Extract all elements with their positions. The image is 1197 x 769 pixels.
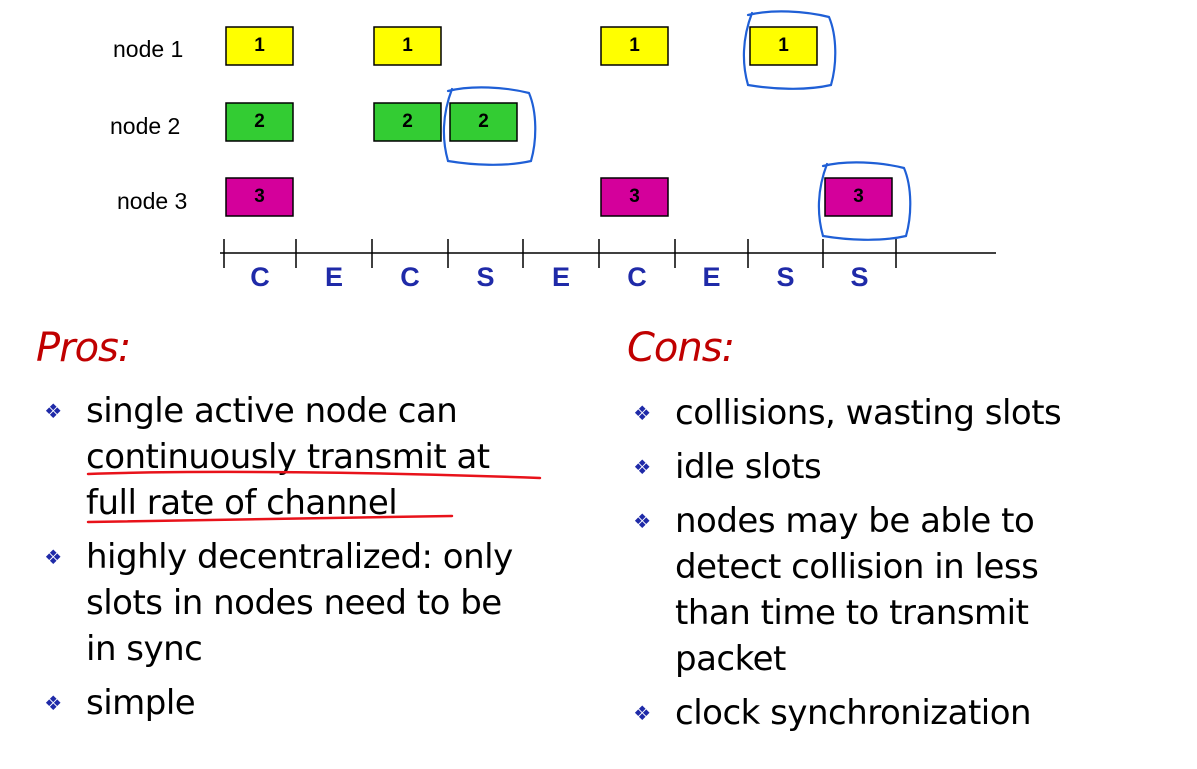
bullet-icon: ❖ bbox=[633, 701, 651, 725]
node-label-3: node 3 bbox=[117, 188, 188, 214]
cons-item-2-line-2: than time to transmit bbox=[675, 593, 1029, 633]
cons-item-3-line-0: clock synchronization bbox=[675, 693, 1032, 733]
slot-label-0: C bbox=[250, 262, 270, 292]
packet-label-node3-slot0: 3 bbox=[254, 186, 265, 207]
slot-label-7: S bbox=[776, 262, 795, 292]
cons-item-2-line-1: detect collision in less bbox=[675, 547, 1039, 587]
node-label-1: node 1 bbox=[113, 36, 184, 62]
packet-label-node1-slot5: 1 bbox=[629, 35, 640, 56]
pros-item-1: ❖ highly decentralized: only slots in node… bbox=[38, 534, 598, 672]
slot-label-4: E bbox=[551, 262, 570, 292]
slot-label-3: S bbox=[476, 262, 495, 292]
cons-item-3: ❖ clock synchronization bbox=[627, 690, 1187, 736]
cons-item-0-line-0: collisions, wasting slots bbox=[675, 393, 1062, 433]
cons-item-2-line-3: packet bbox=[675, 639, 786, 679]
packet-label-node3-slot5: 3 bbox=[629, 186, 640, 207]
packet-label-node1-slot2: 1 bbox=[402, 35, 413, 56]
pros-item-0-line-2: full rate of channel bbox=[86, 483, 398, 523]
bullet-icon: ❖ bbox=[44, 399, 62, 423]
pros-item-0: ❖ single active node can continuously tran… bbox=[38, 388, 598, 526]
pros-item-1-line-1: slots in nodes need to be bbox=[86, 583, 502, 623]
packet-label-node3-slot8: 3 bbox=[853, 186, 864, 207]
pros-item-0-line-1: continuously transmit at bbox=[86, 437, 490, 477]
cons-item-1-line-0: idle slots bbox=[675, 447, 822, 487]
bullet-icon: ❖ bbox=[633, 509, 651, 533]
slot-label-1: E bbox=[324, 262, 343, 292]
node-label-2: node 2 bbox=[110, 113, 181, 139]
bullet-icon: ❖ bbox=[633, 455, 651, 479]
cons-item-1: ❖ idle slots bbox=[627, 444, 1187, 490]
pros-item-0-line-0: single active node can bbox=[86, 391, 458, 431]
packet-label-node2-slot0: 2 bbox=[254, 111, 265, 132]
slot-label-8: S bbox=[850, 262, 869, 292]
pros-item-2: ❖ simple bbox=[38, 680, 598, 726]
cons-list: ❖ collisions, wasting slots ❖ idle slots ❖ no… bbox=[627, 390, 1187, 744]
cons-item-2-line-0: nodes may be able to bbox=[675, 501, 1035, 541]
cons-item-0: ❖ collisions, wasting slots bbox=[627, 390, 1187, 436]
packet-label-node1-slot7: 1 bbox=[778, 35, 789, 56]
bullet-icon: ❖ bbox=[44, 691, 62, 715]
cons-heading: Cons: bbox=[627, 325, 735, 371]
packet-label-node2-slot2: 2 bbox=[402, 111, 413, 132]
pros-heading: Pros: bbox=[36, 325, 131, 371]
packet-label-node2-slot3: 2 bbox=[478, 111, 489, 132]
slot-label-2: C bbox=[400, 262, 420, 292]
pros-item-1-line-0: highly decentralized: only bbox=[86, 537, 513, 577]
slot-label-6: E bbox=[702, 262, 721, 292]
bullet-icon: ❖ bbox=[44, 545, 62, 569]
pros-item-2-line-0: simple bbox=[86, 683, 196, 723]
bullet-icon: ❖ bbox=[633, 401, 651, 425]
slot-label-5: C bbox=[627, 262, 647, 292]
pros-list: ❖ single active node can continuously tran… bbox=[38, 388, 598, 734]
packet-label-node1-slot0: 1 bbox=[254, 35, 265, 56]
cons-item-2: ❖ nodes may be able to detect collision in… bbox=[627, 498, 1187, 682]
pros-item-1-line-2: in sync bbox=[86, 629, 203, 669]
